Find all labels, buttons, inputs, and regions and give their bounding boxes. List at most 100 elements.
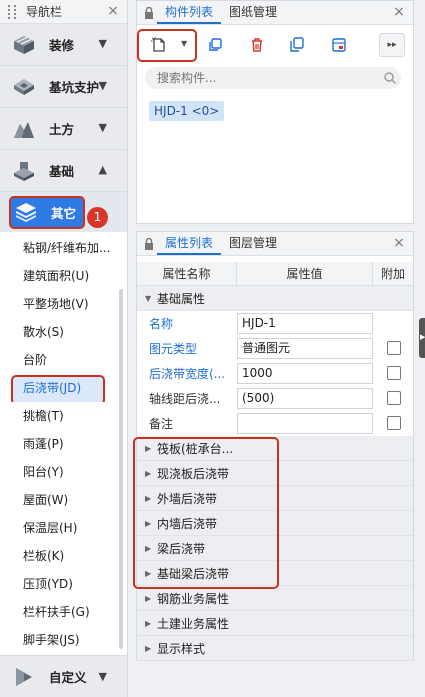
nav-group-foundation[interactable]: 基础 ▲ — [0, 150, 127, 192]
property-value-field[interactable]: HJD-1 — [237, 313, 373, 334]
new-component-button[interactable] — [147, 33, 171, 57]
property-row: 备注 — [137, 411, 413, 436]
sub-item[interactable]: 栏板(K) — [0, 542, 118, 570]
property-section[interactable]: ▶ 土建业务属性 — [137, 611, 413, 636]
step-badge: 1 — [87, 207, 108, 228]
attach-checkbox[interactable] — [387, 341, 401, 355]
property-tabs: 属性列表 图层管理 × — [137, 232, 413, 256]
nav-group-label: 其它 — [51, 205, 77, 221]
close-icon[interactable]: × — [391, 4, 407, 20]
property-section[interactable]: ▶ 现浇板后浇带 — [137, 461, 413, 486]
property-list-panel: 属性列表 图层管理 × 属性名称 属性值 附加 ▼ 基础属性 名称 HJD-1 … — [133, 231, 414, 661]
property-section[interactable]: ▶ 梁后浇带 — [137, 536, 413, 561]
copy-button[interactable] — [203, 33, 227, 57]
dropdown-arrow-icon[interactable]: ▼ — [181, 39, 187, 48]
attach-checkbox[interactable] — [387, 366, 401, 380]
nav-group-custom[interactable]: 自定义 ▼ — [0, 655, 127, 697]
attach-checkbox[interactable] — [387, 416, 401, 430]
sub-item-label: 后浇带(JD) — [23, 381, 82, 395]
property-label: 图元类型 — [149, 342, 198, 356]
expand-icon: ▶ — [145, 518, 152, 528]
sub-item[interactable]: 阳台(Y) — [0, 458, 118, 486]
nav-group-decoration[interactable]: 装修 ▼ — [0, 24, 127, 66]
property-section[interactable]: ▶ 显示样式 — [137, 636, 413, 661]
property-group-basic[interactable]: ▼ 基础属性 — [137, 286, 413, 311]
property-row: 后浇带宽度(... 1000 — [137, 361, 413, 386]
tab-component-list[interactable]: 构件列表 — [157, 2, 222, 24]
lock-icon[interactable] — [141, 2, 157, 24]
property-value-field[interactable]: 普通图元 — [237, 338, 373, 359]
layer-management-icon[interactable] — [327, 33, 351, 57]
foundation-icon — [11, 158, 37, 184]
property-value-field[interactable]: (500) — [237, 388, 373, 409]
search-icon[interactable] — [383, 71, 397, 85]
section-label: 外墙后浇带 — [157, 491, 218, 506]
property-row: 图元类型 普通图元 — [137, 336, 413, 361]
expand-icon: ▶ — [145, 493, 152, 503]
property-section[interactable]: ▶ 基础梁后浇带 — [137, 561, 413, 586]
sub-item[interactable]: 平整场地(V) — [0, 290, 118, 318]
close-icon[interactable]: × — [105, 3, 121, 19]
decoration-icon — [11, 32, 37, 58]
sub-item[interactable]: 压顶(YD) — [0, 570, 118, 598]
column-header: 附加 — [380, 267, 405, 281]
section-label: 现浇板后浇带 — [157, 466, 230, 481]
property-section[interactable]: ▶ 筏板(桩承台... — [137, 436, 413, 461]
sub-item[interactable]: 挑檐(T) — [0, 402, 118, 430]
property-label: 后浇带宽度(... — [149, 367, 226, 381]
property-table-header: 属性名称 属性值 附加 — [137, 262, 413, 286]
property-row: 轴线距后浇... (500) — [137, 386, 413, 411]
sub-item[interactable]: 雨蓬(P) — [0, 430, 118, 458]
expand-icon: ▶ — [145, 543, 152, 553]
sub-item-selected[interactable]: 后浇带(JD) — [0, 374, 118, 402]
chevron-down-icon: ▲ — [98, 163, 107, 176]
section-label: 梁后浇带 — [157, 541, 206, 556]
chevron-down-icon: ▼ — [98, 79, 107, 92]
section-label: 内墙后浇带 — [157, 516, 218, 531]
lock-icon[interactable] — [141, 233, 157, 255]
layers-icon — [13, 199, 39, 225]
section-label: 筏板(桩承台... — [157, 441, 234, 456]
sub-item[interactable]: 脚手架(JS) — [0, 626, 118, 654]
nav-group-label: 自定义 — [49, 670, 87, 685]
property-section[interactable]: ▶ 内墙后浇带 — [137, 511, 413, 536]
sub-item[interactable]: 建筑面积(U) — [0, 262, 118, 290]
tab-property-list[interactable]: 属性列表 — [157, 233, 222, 255]
more-button[interactable]: ▸▸ — [379, 33, 405, 57]
collapse-icon: ▼ — [145, 293, 152, 303]
attach-checkbox[interactable] — [387, 391, 401, 405]
component-toolbar: ▼ ▸▸ — [137, 25, 413, 63]
nav-group-earthwork[interactable]: 土方 ▼ — [0, 108, 127, 150]
component-list-panel: 构件列表 图纸管理 × ▼ ▸▸ 搜索构件... HJD-1 <0> — [136, 0, 414, 224]
sub-item[interactable]: 屋面(W) — [0, 486, 118, 514]
sub-item[interactable]: 粘钢/纤维布加... — [0, 234, 118, 262]
expand-icon: ▶ — [145, 443, 152, 453]
nav-scrollbar[interactable] — [119, 289, 123, 649]
sub-item[interactable]: 散水(S) — [0, 318, 118, 346]
property-value-field[interactable] — [237, 413, 373, 434]
drag-grip-icon[interactable] — [8, 4, 16, 19]
nav-group-other[interactable]: 其它 — [0, 192, 127, 232]
chevron-down-icon: ▼ — [98, 121, 107, 134]
delete-icon[interactable] — [245, 33, 269, 57]
property-table: 属性名称 属性值 附加 ▼ 基础属性 名称 HJD-1 图元类型 普通图元 后浇… — [133, 262, 413, 661]
nav-group-label: 土方 — [49, 122, 75, 137]
tab-drawing-management[interactable]: 图纸管理 — [221, 2, 285, 24]
sub-item[interactable]: 栏杆扶手(G) — [0, 598, 118, 626]
close-icon[interactable]: × — [391, 235, 407, 251]
sub-item[interactable]: 台阶 — [0, 346, 118, 374]
search-input[interactable] — [145, 67, 401, 89]
property-section[interactable]: ▶ 外墙后浇带 — [137, 486, 413, 511]
property-section[interactable]: ▶ 钢筋业务属性 — [137, 586, 413, 611]
sub-item[interactable]: 保温层(H) — [0, 514, 118, 542]
expand-icon: ▶ — [145, 593, 152, 603]
component-item[interactable]: HJD-1 <0> — [149, 101, 225, 121]
section-label: 土建业务属性 — [157, 616, 230, 631]
nav-group-foundation-pit[interactable]: 基坑支护 ▼ — [0, 66, 127, 108]
tab-layer-management[interactable]: 图层管理 — [221, 233, 285, 255]
property-label: 备注 — [149, 417, 174, 431]
copy-to-layer-button[interactable] — [285, 33, 309, 57]
property-value-field[interactable]: 1000 — [237, 363, 373, 384]
expand-icon: ▶ — [145, 643, 152, 653]
expand-icon: ▶ — [145, 568, 152, 578]
